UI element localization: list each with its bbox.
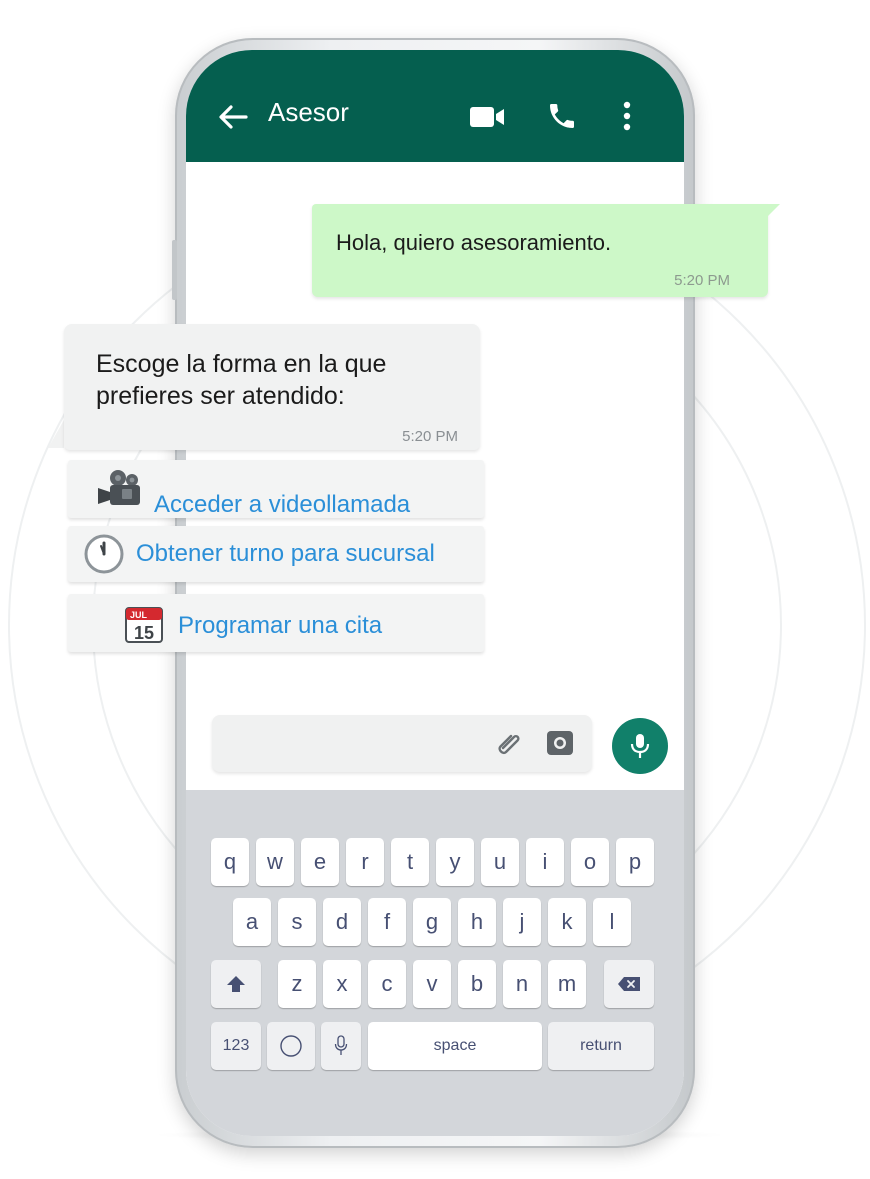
calendar-month: JUL [130, 610, 148, 620]
key-v[interactable]: v [413, 960, 451, 1008]
message-text: Escoge la forma en la que prefieres ser … [96, 350, 387, 410]
kebab-menu-icon[interactable] [620, 100, 634, 132]
key-w[interactable]: w [256, 838, 294, 886]
dictation-key[interactable] [321, 1022, 361, 1070]
key-j[interactable]: j [503, 898, 541, 946]
key-a[interactable]: a [233, 898, 271, 946]
calendar-icon: JUL 15 [125, 607, 163, 643]
shift-key[interactable] [211, 960, 261, 1008]
key-e[interactable]: e [301, 838, 339, 886]
key-f[interactable]: f [368, 898, 406, 946]
key-c[interactable]: c [368, 960, 406, 1008]
key-r[interactable]: r [346, 838, 384, 886]
key-t[interactable]: t [391, 838, 429, 886]
key-k[interactable]: k [548, 898, 586, 946]
camera-icon[interactable] [545, 728, 575, 758]
backspace-key[interactable] [604, 960, 654, 1008]
microphone-icon [334, 1035, 348, 1055]
option-cita[interactable]: JUL 15 Programar una cita [68, 594, 484, 652]
option-videollamada[interactable]: Acceder a videollamada [68, 460, 484, 518]
key-g[interactable]: g [413, 898, 451, 946]
chat-header: Asesor [186, 50, 684, 162]
message-text: Hola, quiero asesoramiento. [336, 230, 612, 255]
key-o[interactable]: o [571, 838, 609, 886]
key-z[interactable]: z [278, 960, 316, 1008]
backspace-icon [618, 977, 640, 991]
incoming-message-tail [48, 420, 64, 448]
video-camera-icon[interactable] [470, 105, 506, 129]
message-time: 5:20 PM [402, 428, 458, 445]
microphone-icon [630, 734, 650, 758]
key-s[interactable]: s [278, 898, 316, 946]
key-y[interactable]: y [436, 838, 474, 886]
contact-name[interactable]: Asesor [268, 97, 349, 128]
globe-icon [280, 1035, 302, 1057]
arrow-left-icon[interactable] [218, 104, 248, 130]
incoming-message: Escoge la forma en la que prefieres ser … [64, 324, 480, 450]
movie-camera-icon [98, 470, 140, 505]
return-key[interactable]: return [548, 1022, 654, 1070]
clock-icon [84, 534, 124, 574]
option-label: Programar una cita [178, 612, 383, 639]
key-n[interactable]: n [503, 960, 541, 1008]
outgoing-message-tail [766, 204, 780, 218]
globe-key[interactable] [267, 1022, 315, 1070]
shift-icon [227, 976, 245, 992]
key-x[interactable]: x [323, 960, 361, 1008]
paperclip-icon[interactable] [494, 728, 524, 758]
key-q[interactable]: q [211, 838, 249, 886]
microphone-button[interactable] [612, 718, 668, 774]
phone-side-button [172, 240, 177, 300]
key-d[interactable]: d [323, 898, 361, 946]
message-time: 5:20 PM [674, 272, 730, 289]
key-h[interactable]: h [458, 898, 496, 946]
key-b[interactable]: b [458, 960, 496, 1008]
phone-icon[interactable] [546, 100, 578, 132]
key-i[interactable]: i [526, 838, 564, 886]
option-label: Acceder a videollamada [154, 491, 411, 518]
key-u[interactable]: u [481, 838, 519, 886]
key-m[interactable]: m [548, 960, 586, 1008]
key-p[interactable]: p [616, 838, 654, 886]
option-label: Obtener turno para sucursal [136, 540, 435, 567]
space-key[interactable]: space [368, 1022, 542, 1070]
message-input[interactable] [212, 715, 592, 772]
key-l[interactable]: l [593, 898, 631, 946]
calendar-day: 15 [134, 623, 154, 643]
numbers-key[interactable]: 123 [211, 1022, 261, 1070]
option-turno[interactable]: Obtener turno para sucursal [68, 526, 484, 582]
outgoing-message: Hola, quiero asesoramiento. 5:20 PM [312, 204, 768, 297]
